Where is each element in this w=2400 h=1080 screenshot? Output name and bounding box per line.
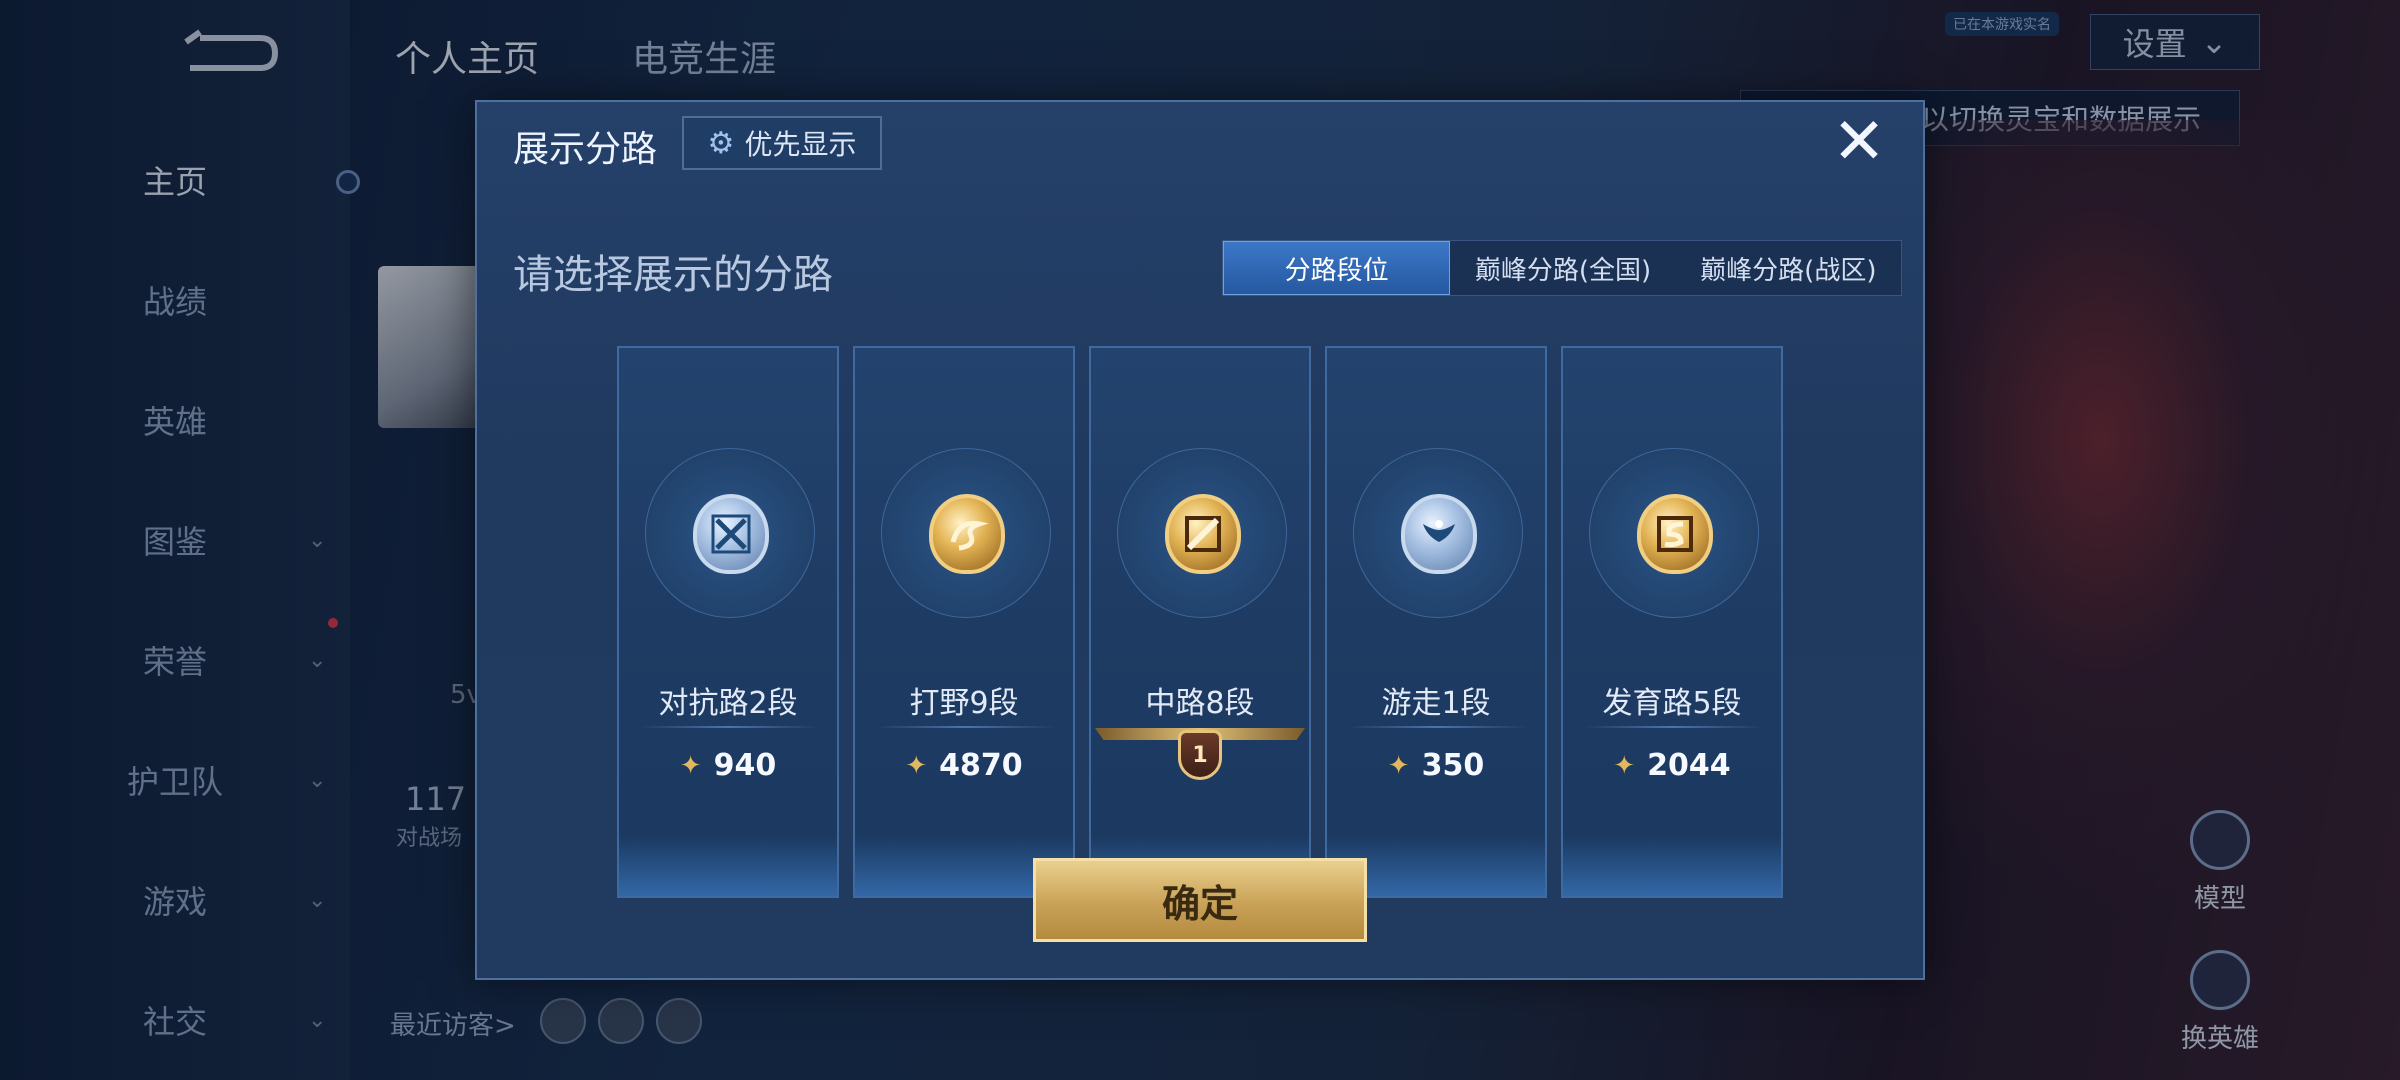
priority-display-button[interactable]: ⚙ 优先显示 xyxy=(682,116,882,170)
lane-name: 发育路5段 xyxy=(1602,686,1742,721)
rank-badge xyxy=(1637,494,1713,574)
badge-ring xyxy=(645,448,815,618)
badge-ring xyxy=(1589,448,1759,618)
points: ✦ 2044 xyxy=(1563,748,1781,783)
lane-name: 游走1段 xyxy=(1381,686,1491,721)
badge-ring xyxy=(881,448,1051,618)
points-value: 940 xyxy=(713,748,777,783)
arrow-s-icon xyxy=(1657,516,1693,552)
rank-banner: 1 xyxy=(1091,724,1309,794)
points-value: 2044 xyxy=(1647,748,1731,783)
divider xyxy=(875,726,1055,728)
rank-badge xyxy=(693,494,769,574)
rank-badge xyxy=(929,494,1005,574)
points-value: 4870 xyxy=(939,748,1023,783)
points: ✦ 350 xyxy=(1327,748,1545,783)
lane-card-top[interactable]: 对抗路2段 ✦ 940 xyxy=(617,346,839,898)
sword-cross-icon xyxy=(711,514,751,554)
priority-label: 优先显示 xyxy=(744,128,857,161)
divider xyxy=(1583,726,1763,728)
badge-ring xyxy=(1353,448,1523,618)
close-icon[interactable]: ✕ xyxy=(1829,110,1889,174)
badge-ring xyxy=(1117,448,1287,618)
tab-peak-national[interactable]: 巅峰分路(全国) xyxy=(1450,241,1675,295)
card-glow xyxy=(1563,836,1781,896)
points-value: 350 xyxy=(1421,748,1485,783)
dialog-subheading: 请选择展示的分路 xyxy=(513,252,833,298)
points-icon: ✦ xyxy=(679,750,702,781)
lane-card-roam[interactable]: 游走1段 ✦ 350 xyxy=(1325,346,1547,898)
points: ✦ 940 xyxy=(619,748,837,783)
card-glow xyxy=(619,836,837,896)
points-icon: ✦ xyxy=(1387,750,1410,781)
divider xyxy=(1347,726,1527,728)
dragon-icon xyxy=(950,520,989,551)
wings-icon xyxy=(1423,520,1455,542)
lane-name: 中路8段 xyxy=(1145,686,1255,721)
lane-name: 对抗路2段 xyxy=(658,686,798,721)
lane-tabs: 分路段位 巅峰分路(全国) 巅峰分路(战区) xyxy=(1222,240,1902,296)
points-icon: ✦ xyxy=(1613,750,1636,781)
gear-icon: ⚙ xyxy=(707,125,735,161)
dialog-title: 展示分路 xyxy=(513,129,658,170)
rank-badge xyxy=(1401,494,1477,574)
rank-number: 1 xyxy=(1192,742,1208,768)
rank-badge xyxy=(1165,494,1241,574)
lane-name: 打野9段 xyxy=(909,686,1019,721)
confirm-button[interactable]: 确定 xyxy=(1033,858,1367,942)
tab-peak-region[interactable]: 巅峰分路(战区) xyxy=(1676,241,1901,295)
lane-card-mid[interactable]: 中路8段 1 xyxy=(1089,346,1311,898)
rank-shield-icon: 1 xyxy=(1178,730,1222,780)
tab-lane-rank[interactable]: 分路段位 xyxy=(1223,241,1451,295)
divider xyxy=(639,726,819,728)
mid-lane-icon xyxy=(1185,516,1221,552)
lane-card-jungle[interactable]: 打野9段 ✦ 4870 xyxy=(853,346,1075,898)
points: ✦ 4870 xyxy=(855,748,1073,783)
lane-display-dialog: 展示分路 ⚙ 优先显示 ✕ 请选择展示的分路 分路段位 巅峰分路(全国) 巅峰分… xyxy=(475,100,1925,980)
points-icon: ✦ xyxy=(905,750,928,781)
lane-card-farm[interactable]: 发育路5段 ✦ 2044 xyxy=(1561,346,1783,898)
